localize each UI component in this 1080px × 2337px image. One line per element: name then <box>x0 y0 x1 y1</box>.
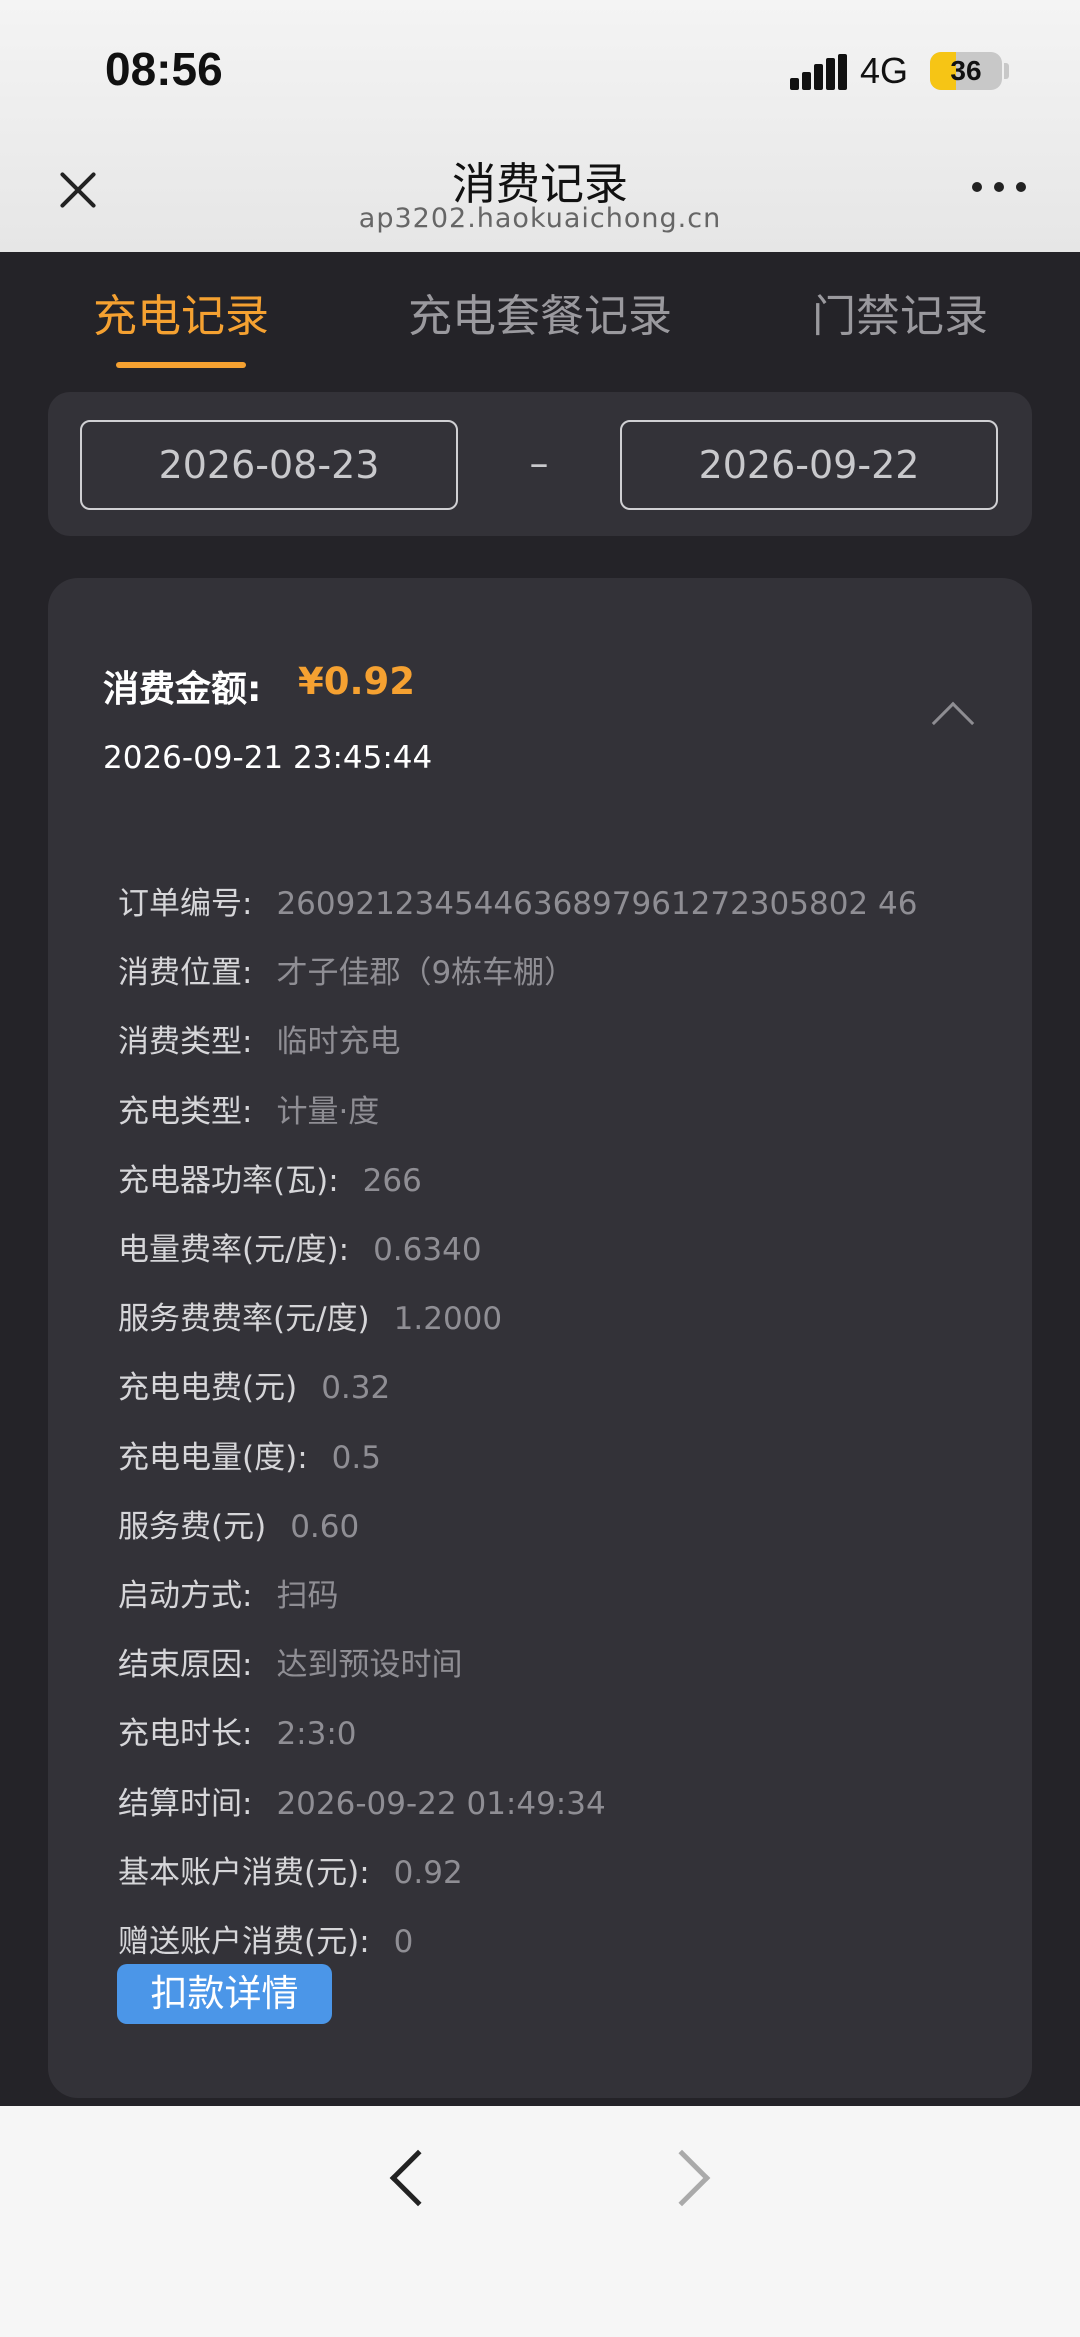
browser-header: 08:56 4G 36 消费记录 ap3202.haokuaichong.cn <box>0 0 1080 252</box>
detail-row: 电量费率(元/度): 0.6340 <box>118 1232 482 1268</box>
amount-value: ¥0.92 <box>298 660 416 703</box>
detail-row: 充电时长: 2:3:0 <box>118 1716 357 1752</box>
start-date-field[interactable]: 2026-08-23 <box>80 420 458 510</box>
end-date-field[interactable]: 2026-09-22 <box>620 420 998 510</box>
battery-icon: 36 <box>930 52 1002 90</box>
back-arrow-icon[interactable] <box>389 2149 447 2207</box>
detail-row: 服务费(元) 0.60 <box>118 1509 360 1545</box>
page-url: ap3202.haokuaichong.cn <box>358 203 722 234</box>
amount-label: 消费金额: <box>103 669 262 710</box>
chevron-up-icon[interactable] <box>931 701 975 745</box>
record-tabs: 充电记录 充电套餐记录 门禁记录 <box>0 252 1080 380</box>
detail-row: 服务费费率(元/度) 1.2000 <box>118 1301 503 1337</box>
detail-row: 基本账户消费(元): 0.92 <box>118 1855 463 1891</box>
date-filter: 2026-08-23 – 2026-09-22 <box>48 392 1032 536</box>
detail-row: 赠送账户消费(元): 0 <box>118 1924 414 1960</box>
order-number: 260921234544636897961272305802 46 <box>276 886 918 922</box>
detail-row: 充电电费(元) 0.32 <box>118 1370 391 1406</box>
battery-level: 36 <box>950 55 982 86</box>
detail-row: 充电类型: 计量·度 <box>118 1094 380 1130</box>
record-card: 消费金额: ¥0.92 2026-09-21 23:45:44 订单编号: 260… <box>48 578 1032 2098</box>
detail-row: 消费位置: 才子佳郡（9栋车棚） <box>118 955 576 991</box>
detail-row: 充电电量(度): 0.5 <box>118 1440 381 1476</box>
detail-row: 启动方式: 扫码 <box>118 1578 339 1614</box>
date-separator: – <box>529 441 549 485</box>
network-type: 4G <box>860 50 909 91</box>
cellular-signal-icon <box>790 54 848 90</box>
detail-row: 结算时间: 2026-09-22 01:49:34 <box>118 1786 606 1822</box>
more-options-icon[interactable] <box>972 176 1032 196</box>
detail-row: 消费类型: 临时充电 <box>118 1024 401 1060</box>
forward-arrow-icon[interactable] <box>653 2149 711 2207</box>
tab-package-records[interactable]: 充电套餐记录 <box>408 280 672 344</box>
browser-bottom-nav <box>0 2106 1080 2337</box>
tab-access-records[interactable]: 门禁记录 <box>812 280 988 344</box>
detail-row: 结束原因: 达到预设时间 <box>118 1647 463 1683</box>
deduction-details-button[interactable]: 扣款详情 <box>117 1964 332 2024</box>
tab-charging-records[interactable]: 充电记录 <box>93 280 269 344</box>
status-time: 08:56 <box>105 43 223 95</box>
main-content: 充电记录 充电套餐记录 门禁记录 2026-08-23 – 2026-09-22… <box>0 252 1080 2106</box>
detail-row: 订单编号: 260921234544636897961272305802 46 <box>118 886 918 922</box>
record-time: 2026-09-21 23:45:44 <box>103 740 433 776</box>
battery-tip <box>1004 63 1009 79</box>
detail-row: 充电器功率(瓦): 266 <box>118 1163 422 1199</box>
active-tab-indicator <box>116 362 246 368</box>
